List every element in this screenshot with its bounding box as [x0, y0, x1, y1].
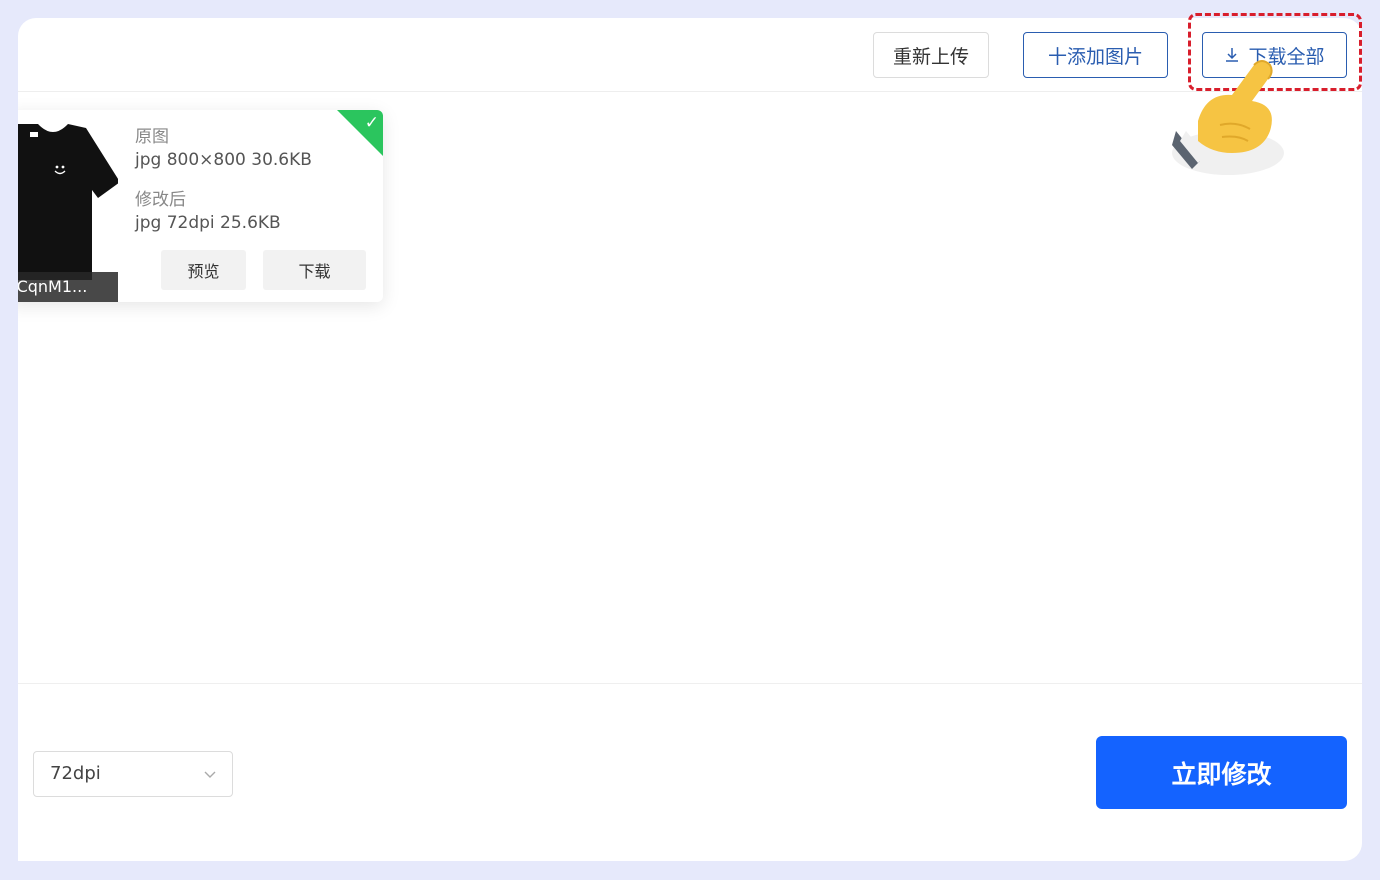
download-all-label: 下载全部	[1248, 45, 1325, 68]
preview-button[interactable]: 预览	[161, 250, 246, 290]
toolbar: 重新上传 十添加图片 下载全部	[18, 18, 1362, 92]
preview-label: 预览	[187, 262, 220, 281]
dpi-select[interactable]: 72dpi	[33, 751, 233, 797]
dpi-select-value: 72dpi	[50, 763, 101, 784]
download-label: 下载	[298, 262, 331, 281]
main-panel: 重新上传 十添加图片 下载全部 rCqnM1... 原图 jpg 800×80	[18, 18, 1362, 861]
download-button[interactable]: 下载	[263, 250, 366, 290]
filename-caption: rCqnM1...	[18, 272, 118, 302]
download-all-button[interactable]: 下载全部	[1202, 32, 1347, 78]
add-image-button[interactable]: 十添加图片	[1023, 32, 1168, 78]
reupload-button[interactable]: 重新上传	[873, 32, 989, 78]
modified-label: 修改后	[135, 190, 186, 210]
reupload-label: 重新上传	[892, 45, 969, 68]
checkmark-icon: ✓	[364, 113, 379, 133]
chevron-down-icon	[204, 771, 216, 778]
download-icon	[1226, 48, 1239, 62]
modified-info: jpg 72dpi 25.6KB	[135, 213, 281, 233]
image-thumbnail[interactable]: rCqnM1...	[18, 110, 118, 302]
modify-now-button[interactable]: 立即修改	[1096, 736, 1347, 809]
footer-divider	[18, 683, 1362, 684]
image-card: rCqnM1... 原图 jpg 800×800 30.6KB 修改后 jpg …	[18, 110, 383, 302]
original-info: jpg 800×800 30.6KB	[135, 150, 312, 170]
original-label: 原图	[135, 127, 169, 147]
modify-now-label: 立即修改	[1171, 759, 1272, 789]
add-image-label: 十添加图片	[1047, 45, 1143, 68]
